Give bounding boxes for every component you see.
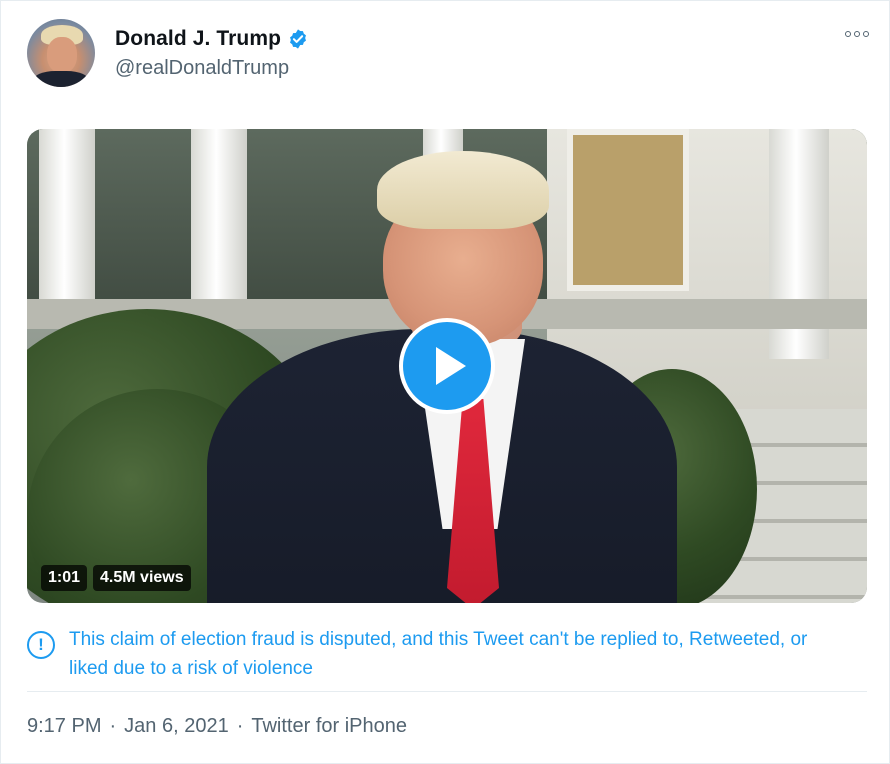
video-meta: 1:01 4.5M views [41, 565, 191, 591]
verified-badge-icon [290, 29, 306, 49]
avatar[interactable] [27, 19, 95, 87]
avatar-suit [33, 71, 89, 87]
exclamation-circle-icon: ! [27, 631, 55, 659]
author-block: Donald J. Trump @realDonaldTrump [115, 27, 309, 80]
tweet-card: Donald J. Trump @realDonaldTrump 1:01 4.… [0, 0, 890, 764]
divider [27, 691, 867, 692]
play-icon [436, 347, 466, 385]
tweet-footer: 9:17 PM · Jan 6, 2021 · Twitter for iPhone [27, 715, 407, 738]
avatar-face [47, 37, 77, 73]
video-background-window [567, 129, 689, 291]
notice-text[interactable]: This claim of election fraud is disputed… [69, 625, 849, 683]
tweet-time[interactable]: 9:17 PM [27, 715, 101, 737]
author-handle[interactable]: @realDonaldTrump [115, 57, 309, 80]
more-dot [863, 31, 869, 37]
more-options-icon[interactable] [845, 31, 869, 37]
author-display-name[interactable]: Donald J. Trump [115, 27, 281, 51]
video-view-count: 4.5M views [93, 565, 191, 591]
separator-dot: · [236, 715, 244, 737]
display-name-row: Donald J. Trump [115, 27, 309, 51]
separator-dot: · [109, 715, 117, 737]
subject-hair [377, 151, 549, 229]
tweet-date[interactable]: Jan 6, 2021 [124, 715, 229, 737]
video-duration: 1:01 [41, 565, 88, 591]
more-dot [845, 31, 851, 37]
more-dot [854, 31, 860, 37]
play-button[interactable] [399, 318, 495, 414]
video-player[interactable]: 1:01 4.5M views [27, 129, 867, 603]
misinformation-notice[interactable]: ! This claim of election fraud is disput… [27, 625, 867, 683]
tweet-source[interactable]: Twitter for iPhone [251, 715, 407, 737]
